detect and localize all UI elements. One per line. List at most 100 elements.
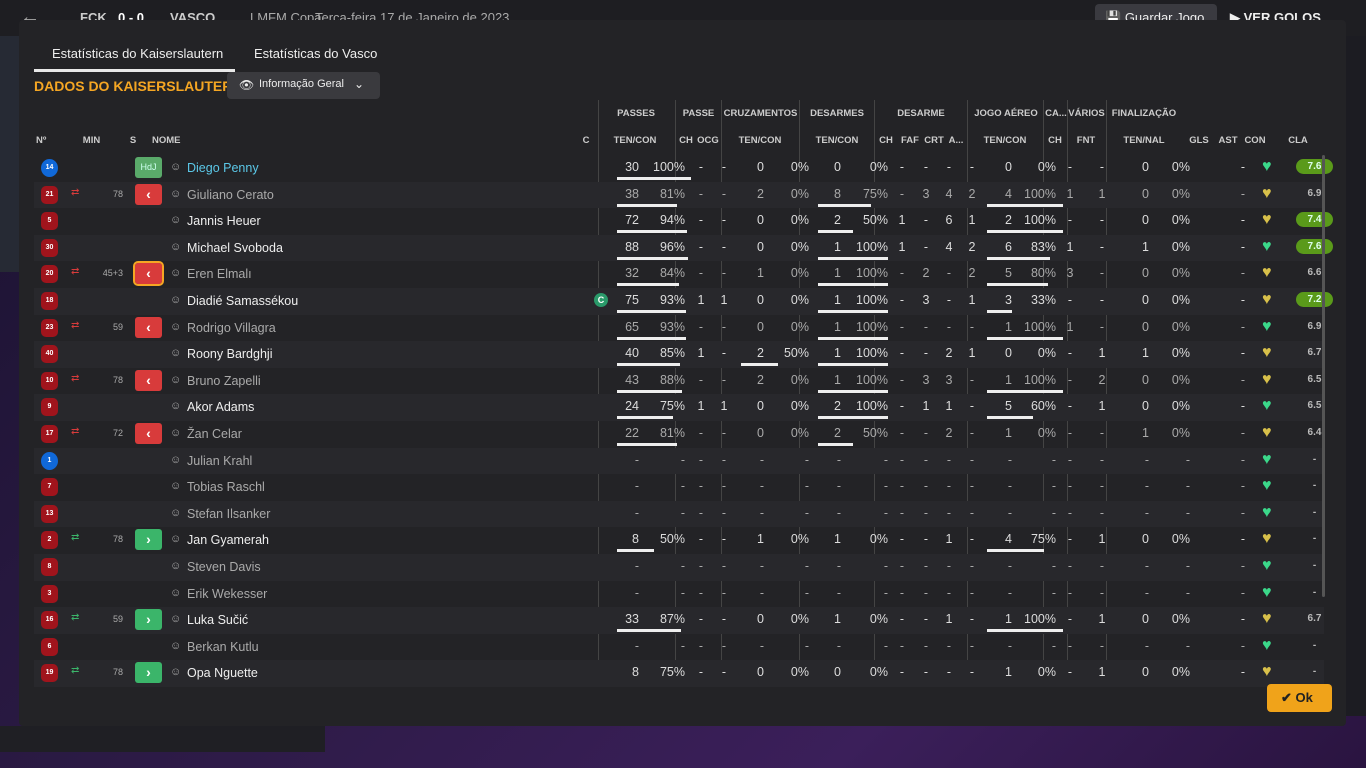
table-row[interactable]: 1 ☺ Julian Krahl - - - - - - - - - - - - - - - - - - - ♥ -	[34, 447, 1324, 475]
table-row[interactable]: 14 HdJ ☺ Diego Penny 30 100% - -0 0% 0 0% - - - -0 0% - -…	[34, 155, 1333, 182]
column-header-fin[interactable]: TEN/NAL	[1117, 135, 1171, 146]
column-header-cruz[interactable]: TEN/CON	[731, 135, 789, 146]
player-name-link[interactable]: Jan Gyamerah	[187, 533, 269, 547]
condition-heart-icon: ♥	[1262, 344, 1272, 362]
player-name-link[interactable]: Luka Sučić	[187, 613, 248, 627]
column-header-passe_ch[interactable]: CH	[677, 135, 695, 146]
column-header-s[interactable]: S	[127, 135, 139, 146]
column-header-des_a[interactable]: A...	[946, 135, 966, 146]
column-header-fnt[interactable]: FNT	[1075, 135, 1097, 146]
tackles-pct: 100%	[856, 372, 888, 387]
column-header-ast[interactable]: AST	[1217, 135, 1239, 146]
chances-created: -	[721, 479, 727, 494]
table-row[interactable]: 5 ☺ Jannis Heuer 72 94% - -0 0% 2 50% 1-6 1 2 100% - -0…	[34, 208, 1333, 235]
player-name-link[interactable]: Eren Elmalı	[187, 267, 252, 281]
table-row[interactable]: 20 ⇄ 45+3 ‹ ☺ Eren Elmalı 32 84% - -1 0% 1 100% -2-2 5…	[34, 261, 1324, 288]
headers-pct: -	[1051, 585, 1056, 600]
key-passes: -	[698, 452, 704, 467]
column-header-des_ch[interactable]: CH	[877, 135, 895, 146]
scrollbar[interactable]	[1322, 155, 1325, 597]
column-header-con[interactable]: CON	[1243, 135, 1267, 146]
interceptions: 1	[898, 239, 906, 254]
interceptions: -	[899, 293, 905, 307]
table-row[interactable]: 8 ☺ Steven Davis - - - - - - - - - - - - - - - - - - - ♥ -	[34, 554, 1324, 581]
ok-button[interactable]: ✔ Ok	[1267, 684, 1332, 712]
chevron-down-icon: ⌄	[354, 77, 365, 91]
shots: 0	[1142, 266, 1149, 281]
column-header-name[interactable]: NOME	[152, 135, 192, 146]
crosses-attempted: 0	[757, 213, 764, 228]
tackles-attempted: 1	[834, 532, 841, 547]
passes-pct: 93%	[659, 293, 685, 307]
player-name-link[interactable]: Bruno Zapelli	[187, 374, 261, 388]
player-rating: -	[1312, 480, 1317, 492]
player-name-link[interactable]: Diego Penny	[187, 161, 259, 175]
table-row[interactable]: 18 ☺ Diadié Samassékou C 75 93% 1 1 0 0% 1 100% -3-1…	[34, 288, 1333, 315]
tab-kaiserslautern-stats[interactable]: Estatísticas do Kaiserslautern	[52, 46, 223, 61]
column-header-passes[interactable]: TEN/CON	[609, 135, 661, 146]
column-header-no[interactable]: Nº	[36, 135, 56, 146]
table-row[interactable]: 17 ⇄ 72 ‹ ☺ Žan Celar 22 81% - -0 0% 2 50% - -2-1 0% - -1…	[34, 421, 1324, 448]
ca-ch: -	[1067, 479, 1073, 494]
player-name-link[interactable]: Žan Celar	[187, 427, 242, 441]
person-icon: ☺	[170, 214, 182, 227]
column-header-ca_ch[interactable]: CH	[1047, 135, 1063, 146]
tackles-attempted: -	[836, 638, 841, 653]
person-icon: ☺	[170, 639, 182, 652]
fouls: -	[923, 505, 929, 520]
player-name-link[interactable]: Diadié Samassékou	[187, 294, 298, 308]
headers-pct: 83%	[1030, 239, 1056, 254]
column-header-cla[interactable]: CLA	[1287, 135, 1309, 146]
column-header-des_crt[interactable]: CRT	[923, 135, 945, 146]
player-name-link[interactable]: Michael Svoboda	[187, 241, 283, 255]
table-row[interactable]: 30 ☺ Michael Svoboda 88 96% - -0 0% 1 100% 1-4 2 6 83…	[34, 234, 1333, 262]
clearances: -	[946, 505, 952, 520]
column-header-c[interactable]: C	[580, 135, 592, 146]
table-row[interactable]: 9 ☺ Akor Adams 24 75% 1 1 0 0% 2 100% -1 1-5 60% -1 0 0%…	[34, 394, 1324, 421]
chances-created: -	[721, 213, 727, 228]
player-of-match-badge: HdJ	[135, 157, 162, 178]
table-row[interactable]: 21 ⇄ 78 ‹ ☺ Giuliano Cerato 38 81% - -2 0% 8 75% -3 4 2…	[34, 181, 1324, 209]
tackles-pct: 100%	[856, 293, 888, 307]
player-name-link[interactable]: Opa Nguette	[187, 666, 258, 680]
shots: 0	[1142, 372, 1149, 387]
player-name-link[interactable]: Akor Adams	[187, 400, 254, 414]
table-row[interactable]: 19 ⇄ 78 › ☺ Opa Nguette 8 75% - -0 0% 0 0% - - - -1 0% -1 0…	[34, 660, 1324, 687]
success-bar	[617, 629, 682, 633]
table-row[interactable]: 7 ☺ Tobias Raschl - - - - - - - - - - - - - - - - - - - ♥ -	[34, 474, 1324, 501]
column-header-gls[interactable]: GLS	[1187, 135, 1211, 146]
player-name-link[interactable]: Berkan Kutlu	[187, 640, 259, 654]
player-name-link[interactable]: Erik Wekesser	[187, 587, 267, 601]
column-header-desarmes[interactable]: TEN/CON	[809, 135, 865, 146]
view-select-dropdown[interactable]: 👁 Informação Geral ⌄	[227, 72, 380, 99]
player-name-link[interactable]: Roony Bardghji	[187, 347, 272, 361]
player-name-link[interactable]: Rodrigo Villagra	[187, 321, 276, 335]
player-name-link[interactable]: Giuliano Cerato	[187, 188, 274, 202]
table-row[interactable]: 16 ⇄ 59 › ☺ Luka Sučić 33 87% - -0 0% 1 0% - -1-1 100% -…	[34, 607, 1324, 634]
column-header-des_faf[interactable]: FAF	[899, 135, 921, 146]
subbed-on-icon: ›	[135, 662, 162, 684]
player-name-link[interactable]: Stefan Ilsanker	[187, 507, 270, 521]
table-row[interactable]: 13 ☺ Stefan Ilsanker - - - - - - - - - - - - - - - - - - - ♥ -	[34, 500, 1324, 528]
fnt: -	[1099, 638, 1105, 653]
table-row[interactable]: 6 ☺ Berkan Kutlu - - - - - - - - - - - - - - - - - - - ♥ -	[34, 634, 1324, 661]
table-row[interactable]: 10 ⇄ 78 ‹ ☺ Bruno Zapelli 43 88% - -2 0% 1 100% -3 3-1…	[34, 368, 1324, 395]
table-row[interactable]: 23 ⇄ 59 ‹ ☺ Rodrigo Villagra 65 93% - -0 0% 1 100% - -…	[34, 315, 1324, 342]
player-name-link[interactable]: Julian Krahl	[187, 454, 252, 468]
headers-pct: 80%	[1030, 266, 1056, 281]
ca-ch: -	[1067, 426, 1073, 440]
success-bar	[617, 310, 686, 313]
table-row[interactable]: 40 ☺ Roony Bardghji 40 85% 1-2 50% 1 100% - -2 1 0 0%…	[34, 341, 1324, 368]
shots-on-target: 0%	[1171, 426, 1190, 440]
sub-minute: 59	[112, 321, 123, 332]
table-row[interactable]: 2 ⇄ 78 › ☺ Jan Gyamerah 8 50% - -1 0% 1 0% - -1-4 75% -1…	[34, 527, 1324, 554]
column-header-aereo[interactable]: TEN/CON	[979, 135, 1031, 146]
success-bar	[987, 549, 1044, 553]
column-header-min[interactable]: MIN	[79, 135, 104, 146]
tab-vasco-stats[interactable]: Estatísticas do Vasco	[254, 46, 377, 61]
table-row[interactable]: 3 ☺ Erik Wekesser - - - - - - - - - - - - - - - - - - - ♥ -	[34, 581, 1324, 608]
player-name-link[interactable]: Tobias Raschl	[187, 480, 265, 494]
column-header-passe_ocg[interactable]: OCG	[695, 135, 721, 146]
player-name-link[interactable]: Jannis Heuer	[187, 214, 261, 228]
player-name-link[interactable]: Steven Davis	[187, 560, 261, 574]
